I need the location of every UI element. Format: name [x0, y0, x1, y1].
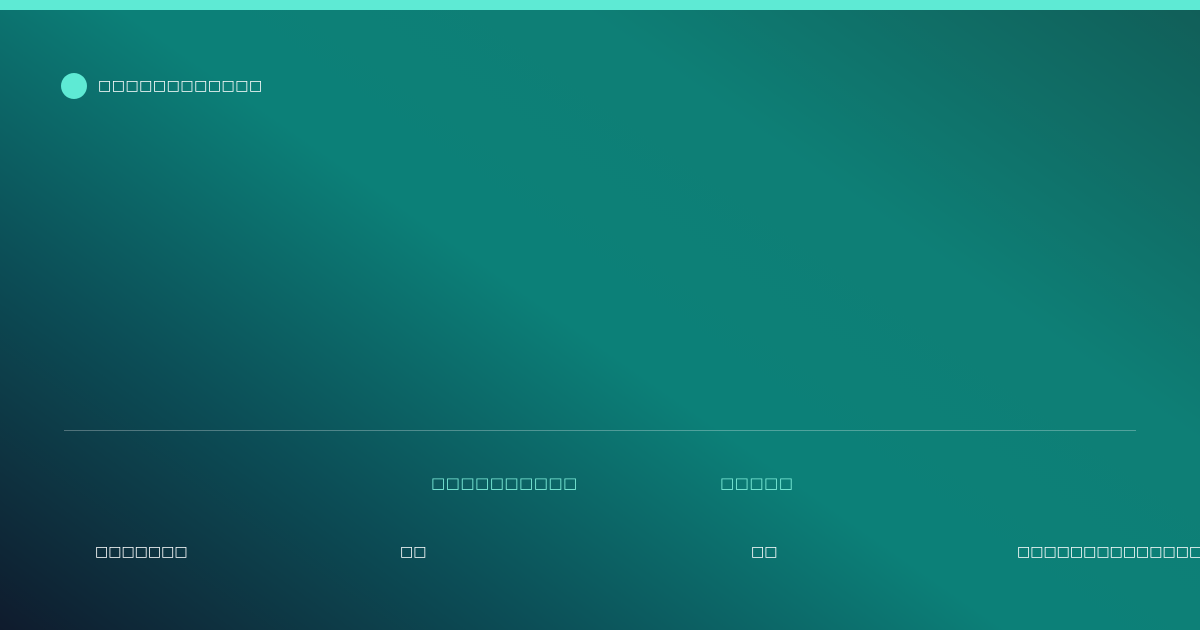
- footer-item-1: □□□□□□□: [95, 544, 188, 560]
- footer-item-4: □□□□□□□□□□□□□□□□: [1017, 544, 1200, 560]
- brand-dot-icon: [61, 73, 87, 99]
- meta-label-2: □□□□□: [720, 474, 794, 492]
- meta-label-1: □□□□□□□□□□: [431, 474, 578, 492]
- brand-name: □□□□□□□□□□□□: [98, 78, 263, 94]
- divider: [64, 430, 1136, 431]
- brand: □□□□□□□□□□□□: [61, 73, 263, 99]
- footer-item-3: □□: [751, 544, 778, 560]
- footer-item-2: □□: [400, 544, 427, 560]
- top-accent-bar: [0, 0, 1200, 10]
